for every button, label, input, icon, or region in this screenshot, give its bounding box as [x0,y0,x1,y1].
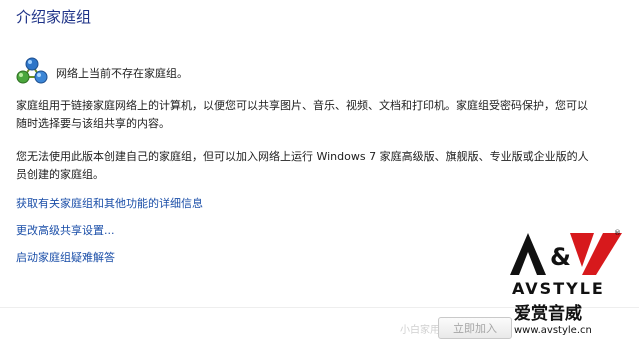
advanced-sharing-link[interactable]: 更改高级共享设置... [16,222,115,238]
more-info-link[interactable]: 获取有关家庭组和其他功能的详细信息 [16,195,203,211]
status-text: 网络上当前不存在家庭组。 [56,67,188,80]
svg-text:爱赏音威: 爱赏音威 [514,303,582,324]
join-now-button[interactable]: 立即加入 [438,317,512,339]
description-paragraph: 家庭组用于链接家庭网络上的计算机，以便您可以共享图片、音乐、视频、文档和打印机。… [16,99,588,130]
svg-text:®: ® [614,229,621,237]
svg-text:&: & [550,243,571,271]
watermark-faint-text: 小白家用 [400,325,440,336]
page-title: 介绍家庭组 [16,8,92,26]
homegroup-status: 网络上当前不存在家庭组。 [16,56,316,86]
avstyle-logo: & AVSTYLE 爱赏音威 www.avstyle.cn ® [510,229,622,336]
troubleshooter-link[interactable]: 启动家庭组疑难解答 [16,249,115,265]
homegroup-network-icon [16,57,48,84]
svg-text:www.avstyle.cn: www.avstyle.cn [514,325,592,336]
svg-text:AVSTYLE: AVSTYLE [512,279,605,298]
edition-paragraph: 您无法使用此版本创建自己的家庭组，但可以加入网络上运行 Windows 7 家庭… [16,150,589,181]
